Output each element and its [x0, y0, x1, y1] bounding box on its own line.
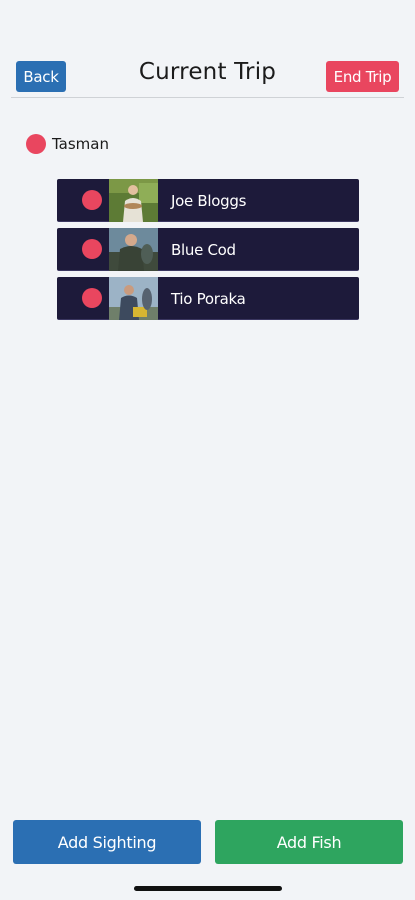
avatar: [109, 228, 158, 271]
add-sighting-button[interactable]: Add Sighting: [13, 820, 201, 864]
person-name: Blue Cod: [171, 240, 236, 259]
list-item[interactable]: Blue Cod: [57, 228, 359, 271]
list-item[interactable]: Joe Bloggs: [57, 179, 359, 222]
person-name: Joe Bloggs: [171, 191, 247, 210]
current-trip-screen: Back Current Trip End Trip Tasman Joe Bl…: [0, 0, 415, 900]
people-list: Joe Bloggs Blue Cod Tio Poraka: [57, 179, 359, 326]
home-indicator[interactable]: [134, 886, 282, 891]
group-label: Tasman: [52, 135, 109, 153]
group-status-dot: [26, 134, 46, 154]
header-bar: Back Current Trip End Trip: [11, 58, 404, 98]
end-trip-button[interactable]: End Trip: [326, 61, 399, 92]
group-header: Tasman: [26, 133, 109, 155]
avatar: [109, 277, 158, 320]
person-name: Tio Poraka: [171, 289, 246, 308]
add-fish-button[interactable]: Add Fish: [215, 820, 403, 864]
avatar: [109, 179, 158, 222]
status-dot: [82, 190, 102, 210]
list-item[interactable]: Tio Poraka: [57, 277, 359, 320]
status-dot: [82, 288, 102, 308]
status-dot: [82, 239, 102, 259]
